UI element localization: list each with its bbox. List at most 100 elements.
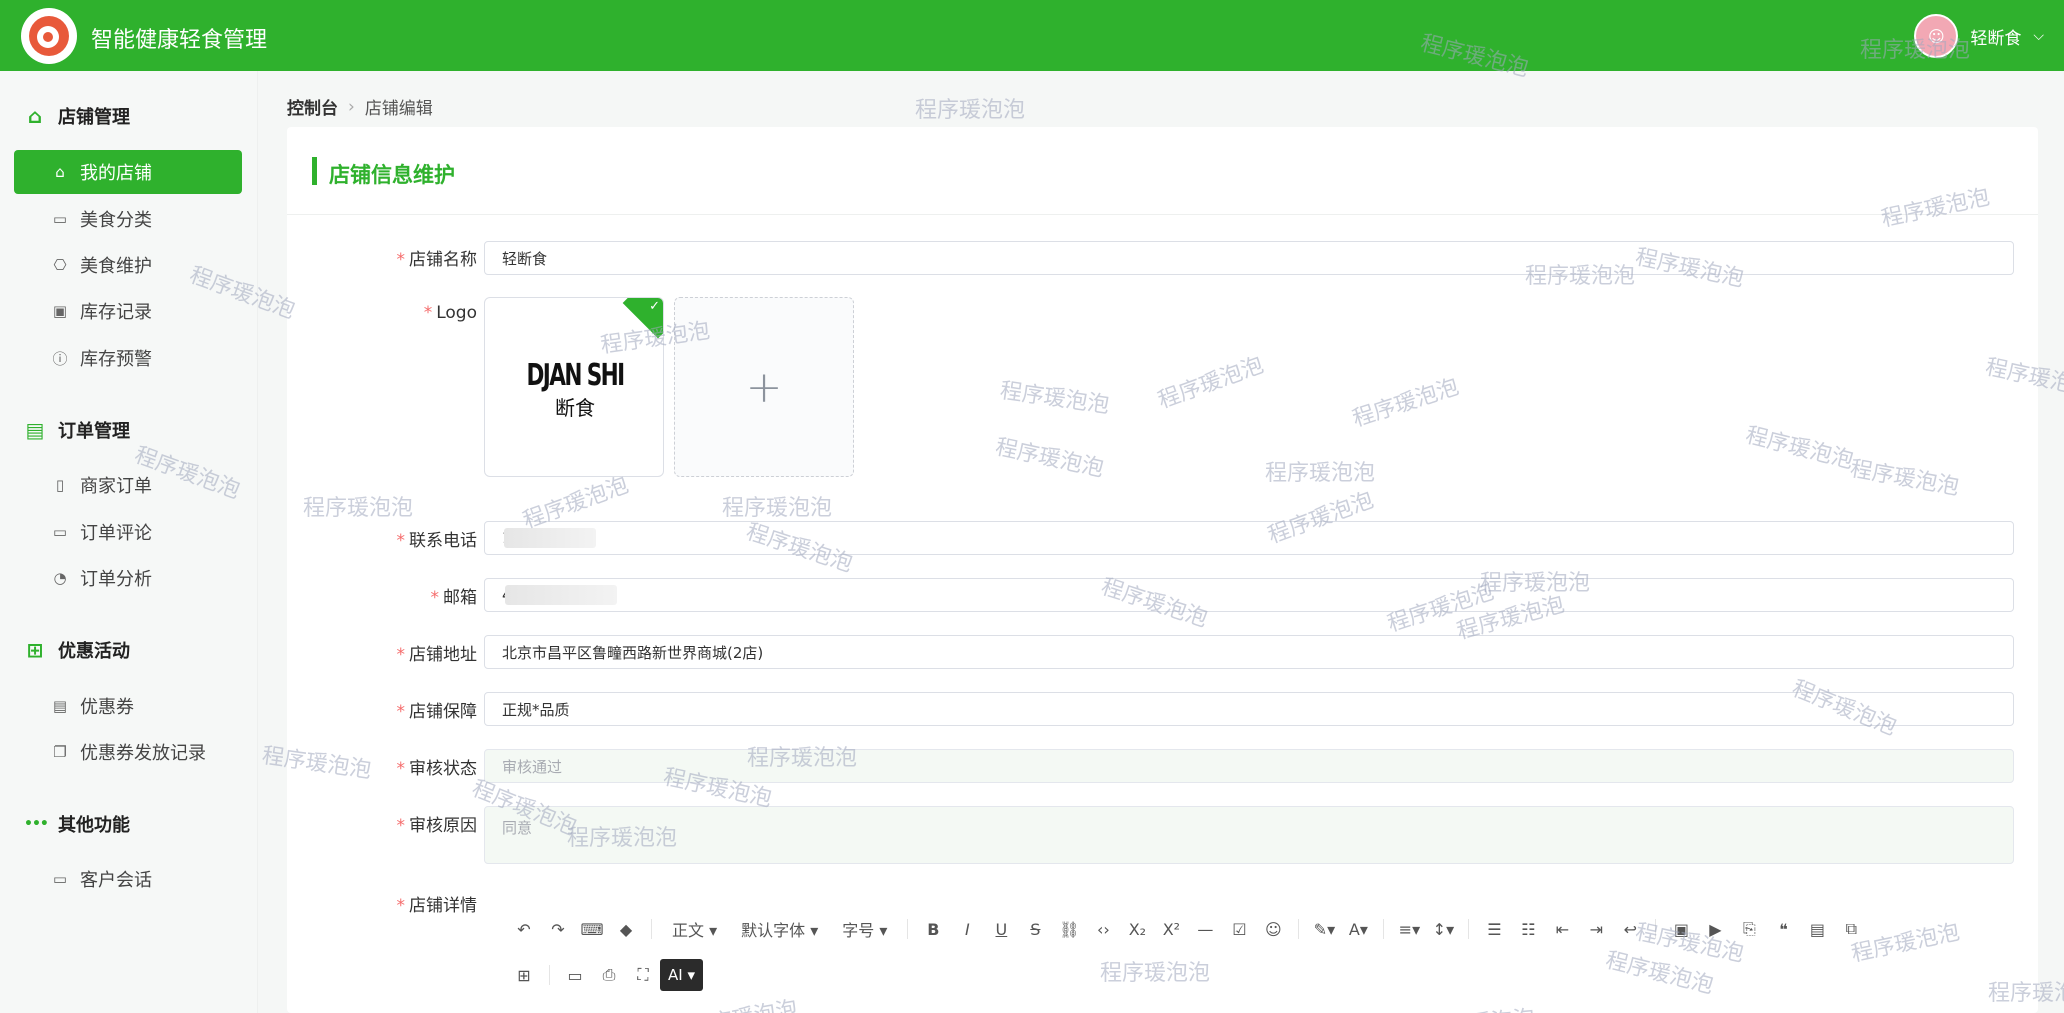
sidebar-item-order-analysis[interactable]: ◔ 订单分析 (14, 556, 242, 600)
table-icon[interactable]: ⊞ (507, 960, 541, 990)
italic-icon[interactable]: I (950, 914, 984, 944)
sidebar-item-stock-records[interactable]: ▣ 库存记录 (14, 289, 242, 333)
app-logo-icon (21, 8, 77, 64)
sidebar-group-promotions[interactable]: ⊞ 优惠活动 (24, 637, 130, 663)
paragraph-select[interactable]: 正文 ▾ (660, 917, 729, 941)
title-accent-bar (312, 157, 317, 185)
todo-icon[interactable]: ☑ (1222, 914, 1256, 944)
guarantee-input[interactable]: 正规*品质 (484, 692, 2014, 726)
sidebar-group-orders[interactable]: ▤ 订单管理 (24, 417, 130, 443)
breadcrumb-home[interactable]: 控制台 (287, 94, 338, 119)
highlight-icon[interactable]: ✎▾ (1307, 914, 1341, 944)
wrap-icon[interactable]: ↩ (1613, 914, 1647, 944)
copy-icon: ❐ (53, 743, 67, 761)
required-mark: * (423, 303, 433, 323)
shop-name-input[interactable]: 轻断食 (484, 241, 2014, 275)
sidebar-item-label: 订单分析 (80, 569, 152, 590)
sidebar-item-customer-chat[interactable]: ▭ 客户会话 (14, 857, 242, 901)
sidebar-item-order-comments[interactable]: ▭ 订单评论 (14, 510, 242, 554)
divider-icon[interactable]: — (1188, 914, 1222, 944)
superscript-icon[interactable]: X² (1154, 914, 1188, 944)
sidebar-group-shop[interactable]: ⌂ 店铺管理 (24, 103, 130, 129)
sidebar-item-label: 优惠券发放记录 (80, 743, 206, 764)
user-name[interactable]: 轻断食 (1970, 24, 2021, 49)
code-icon[interactable]: ‹› (1086, 914, 1120, 944)
address-input[interactable]: 北京市昌平区鲁疃西路新世界商城(2店) (484, 635, 2014, 669)
sidebar-item-coupons[interactable]: ▤ 优惠券 (14, 684, 242, 728)
eraser-icon[interactable]: ◆ (609, 914, 643, 944)
strikethrough-icon[interactable]: S (1018, 914, 1052, 944)
required-mark: * (396, 250, 406, 270)
logo-image[interactable]: DJAN SHI 断食 ✓ (484, 297, 664, 477)
toolbar-separator (1383, 919, 1385, 939)
emoji-icon[interactable]: ☺ (1256, 914, 1290, 944)
video-icon[interactable]: ▶ (1698, 914, 1732, 944)
sidebar-item-label: 商家订单 (80, 476, 152, 497)
outdent-icon[interactable]: ⇤ (1545, 914, 1579, 944)
required-mark: * (396, 702, 406, 722)
logo-image-subtext: 断食 (555, 396, 595, 420)
bullet-list-icon[interactable]: ☰ (1477, 914, 1511, 944)
document-icon: ▯ (55, 476, 65, 494)
check-icon: ✓ (649, 299, 660, 314)
logo-image-text: DJAN SHI (526, 358, 625, 393)
subscript-icon[interactable]: X₂ (1120, 914, 1154, 944)
attachment-icon[interactable]: ⎘ (1732, 914, 1766, 944)
quote-icon[interactable]: ❝ (1766, 914, 1800, 944)
phone-input[interactable]: 1 (484, 521, 2014, 555)
sidebar: ⌂ 店铺管理 ⌂ 我的店铺 ▭ 美食分类 ⎔ 美食维护 ▣ 库存记录 ⓘ 库存预… (0, 71, 258, 1013)
required-mark: * (396, 816, 406, 836)
redo-icon[interactable]: ↷ (541, 914, 575, 944)
sidebar-item-stock-warning[interactable]: ⓘ 库存预警 (14, 336, 242, 380)
sidebar-item-merchant-orders[interactable]: ▯ 商家订单 (14, 463, 242, 507)
category-icon: ▭ (52, 210, 68, 228)
required-mark: * (430, 588, 440, 608)
sidebar-group-other[interactable]: ••• 其他功能 (24, 811, 130, 837)
fullscreen-icon[interactable]: ⛶ (626, 960, 660, 990)
sidebar-item-my-shop[interactable]: ⌂ 我的店铺 (14, 150, 242, 194)
ordered-list-icon[interactable]: ☷ (1511, 914, 1545, 944)
box-icon: ▣ (52, 302, 68, 320)
bold-icon[interactable]: B (916, 914, 950, 944)
email-input[interactable]: 456789 (484, 578, 2014, 612)
card-header: 店铺信息维护 (287, 127, 2038, 215)
gallery-icon[interactable]: ▤ (1800, 914, 1834, 944)
sidebar-group-label: 订单管理 (58, 421, 130, 442)
clipboard-icon: ▤ (25, 418, 45, 442)
ai-button[interactable]: AI ▾ (660, 959, 703, 991)
required-mark: * (396, 645, 406, 665)
format-painter-icon[interactable]: ⌨ (575, 914, 609, 944)
sidebar-item-food-maintain[interactable]: ⎔ 美食维护 (14, 243, 242, 287)
label-text: Logo (436, 303, 477, 323)
sidebar-item-label: 库存记录 (80, 302, 152, 323)
align-icon[interactable]: ≡▾ (1392, 914, 1426, 944)
link-icon[interactable]: ⛓ (1052, 914, 1086, 944)
avatar[interactable]: ☺ (1914, 14, 1959, 58)
print-icon[interactable]: ⎙ (592, 960, 626, 990)
more-icon: ••• (24, 816, 49, 832)
underline-icon[interactable]: U (984, 914, 1018, 944)
warning-icon: ⓘ (52, 349, 68, 368)
logo-upload-button[interactable]: + (674, 297, 854, 477)
label-text: 审核原因 (409, 816, 477, 836)
sidebar-item-food-category[interactable]: ▭ 美食分类 (14, 197, 242, 241)
indent-icon[interactable]: ⇥ (1579, 914, 1613, 944)
chevron-down-icon[interactable]: ⌵ (2033, 28, 2044, 44)
undo-icon[interactable]: ↶ (507, 914, 541, 944)
preview-icon[interactable]: ▭ (558, 960, 592, 990)
label-text: 审核状态 (409, 759, 477, 779)
font-family-select[interactable]: 默认字体 ▾ (729, 917, 830, 941)
address-label: * 店铺地址 (287, 640, 478, 665)
image-icon[interactable]: ▣ (1664, 914, 1698, 944)
line-height-icon[interactable]: ↕▾ (1426, 914, 1460, 944)
phone-label: * 联系电话 (287, 526, 478, 551)
breadcrumb: 控制台 › 店铺编辑 (287, 94, 433, 120)
font-size-select[interactable]: 字号 ▾ (830, 917, 899, 941)
sidebar-item-coupon-records[interactable]: ❐ 优惠券发放记录 (14, 730, 242, 774)
user-menu[interactable]: ☺ 轻断食 ⌵ (1914, 14, 2044, 58)
breadcrumb-separator-icon: › (348, 96, 355, 117)
required-mark: * (396, 896, 406, 916)
toolbar-separator (1468, 919, 1470, 939)
font-color-icon[interactable]: A▾ (1341, 914, 1375, 944)
embed-icon[interactable]: ⧉ (1834, 914, 1868, 944)
